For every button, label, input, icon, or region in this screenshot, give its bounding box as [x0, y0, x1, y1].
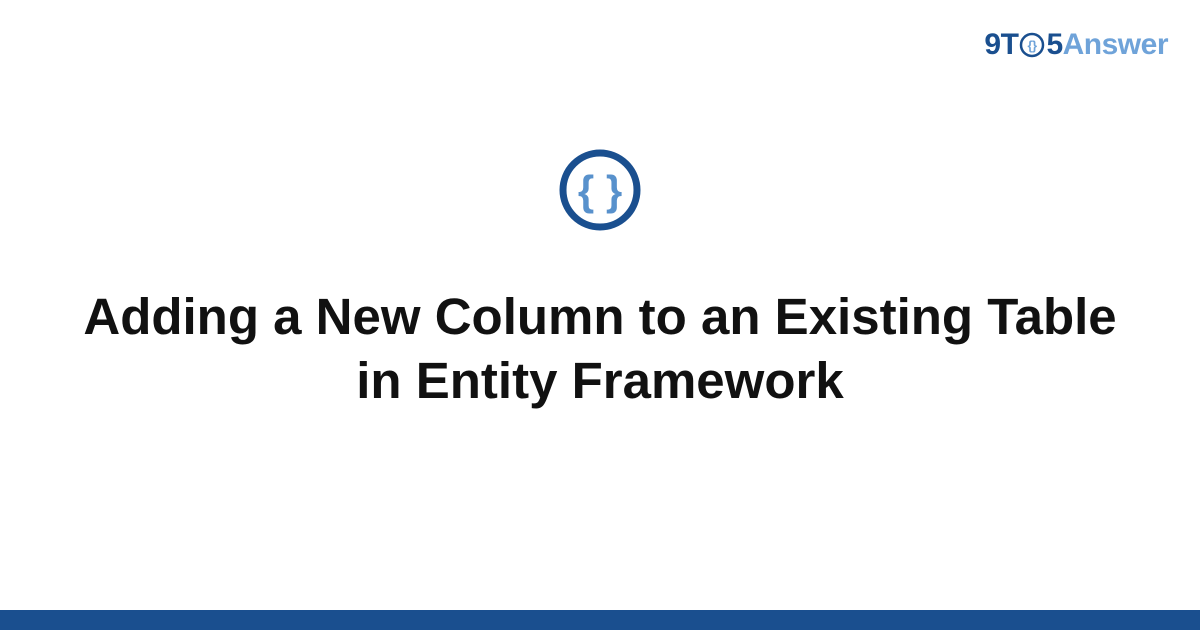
svg-text:{ }: { } — [578, 167, 622, 214]
main-content: { } Adding a New Column to an Existing T… — [0, 0, 1200, 630]
code-braces-icon: { } — [558, 148, 642, 237]
page-title: Adding a New Column to an Existing Table… — [80, 285, 1120, 413]
footer-accent-bar — [0, 610, 1200, 630]
